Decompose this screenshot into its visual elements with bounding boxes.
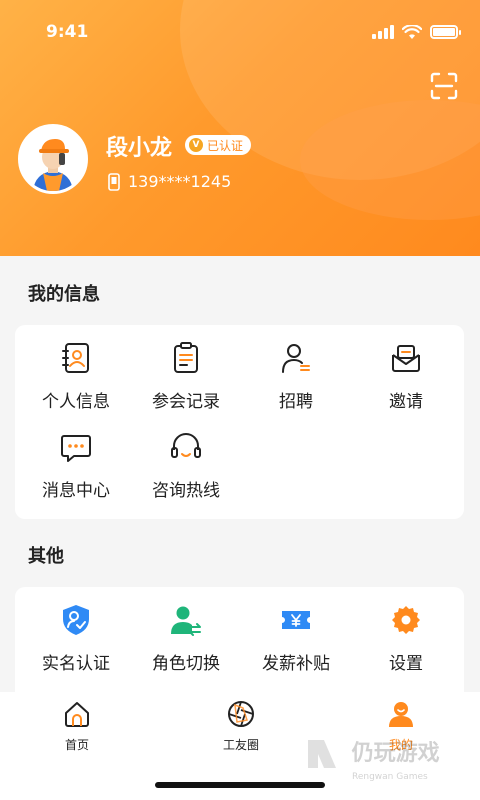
shield-user-icon <box>63 605 89 635</box>
home-indicator <box>155 782 325 788</box>
chat-bubble-icon <box>61 435 91 462</box>
status-bar: 9:41 <box>0 0 480 64</box>
grid-item-label: 参会记录 <box>152 392 220 412</box>
grid-item-meeting-records[interactable]: 参会记录 <box>131 341 241 412</box>
watermark-subtitle: Rengwan Games <box>352 772 428 782</box>
grid-item-personal-info[interactable]: 个人信息 <box>21 341 131 412</box>
ticket-yen-icon <box>282 611 310 629</box>
scan-icon[interactable] <box>430 72 458 100</box>
phone-row: 139****1245 <box>108 172 231 191</box>
worker-avatar-icon <box>21 127 85 191</box>
grid-item-label: 个人信息 <box>42 392 110 412</box>
grid-item-invite[interactable]: 邀请 <box>351 341 461 412</box>
user-icon <box>389 702 413 727</box>
watermark-title: 仍玩游戏 <box>351 741 440 766</box>
my-info-card: 个人信息 参会记录 招聘 邀请 消息中心 咨询热线 <box>15 325 464 519</box>
watermark-logo-icon <box>308 740 336 768</box>
contact-book-icon <box>62 343 89 373</box>
grid-item-label: 设置 <box>389 654 423 674</box>
clipboard-icon <box>174 342 198 373</box>
battery-icon <box>430 25 461 39</box>
verified-v-icon: V <box>189 138 203 152</box>
tab-label: 工友圈 <box>222 738 259 752</box>
grid-item-label: 邀请 <box>389 392 423 412</box>
grid-item-role-switch[interactable]: 角色切换 <box>131 603 241 674</box>
grid-item-label: 实名认证 <box>42 654 110 674</box>
tab-home[interactable]: 首页 <box>32 700 122 753</box>
grid-item-label: 角色切换 <box>152 654 220 674</box>
gear-icon <box>392 606 420 634</box>
headset-icon <box>171 433 201 458</box>
section-title-other: 其他 <box>28 546 64 567</box>
verified-label: 已认证 <box>207 138 244 153</box>
avatar[interactable] <box>18 124 88 194</box>
grid-item-message-center[interactable]: 消息中心 <box>21 430 131 501</box>
grid-item-hotline[interactable]: 咨询热线 <box>131 430 241 501</box>
section-title-my-info: 我的信息 <box>28 284 100 305</box>
aperture-icon <box>228 701 254 727</box>
grid-item-label: 消息中心 <box>42 481 110 501</box>
grid-item-settings[interactable]: 设置 <box>351 603 461 674</box>
profile-header: 9:41 段小龙 V 已认证 139****1245 <box>0 0 480 256</box>
grid-item-label: 咨询热线 <box>152 481 220 501</box>
phone-icon <box>108 172 120 191</box>
signal-icon <box>372 25 394 39</box>
user-name: 段小龙 <box>106 136 173 161</box>
envelope-icon <box>392 345 420 372</box>
grid-item-label: 招聘 <box>279 392 313 412</box>
tab-workmates[interactable]: 工友圈 <box>196 700 286 753</box>
user-switch-icon <box>171 606 201 636</box>
tab-label: 首页 <box>64 738 89 752</box>
wifi-icon <box>402 24 422 39</box>
main-content: 我的信息 个人信息 参会记录 招聘 邀请 消息中心 咨询热线 其他 实名认证 角… <box>0 256 480 707</box>
watermark: 仍玩游戏 Rengwan Games <box>304 734 440 782</box>
status-time: 9:41 <box>46 22 89 42</box>
verified-badge: V 已认证 <box>185 135 252 155</box>
grid-item-recruit[interactable]: 招聘 <box>241 341 351 412</box>
grid-item-label: 发薪补贴 <box>262 654 330 674</box>
grid-item-salary-subsidy[interactable]: 发薪补贴 <box>241 603 351 674</box>
home-icon <box>65 702 89 727</box>
other-card: 实名认证 角色切换 发薪补贴 设置 <box>15 587 464 707</box>
grid-item-real-name[interactable]: 实名认证 <box>21 603 131 674</box>
recruit-person-icon <box>282 344 310 373</box>
phone-number: 139****1245 <box>128 172 232 191</box>
